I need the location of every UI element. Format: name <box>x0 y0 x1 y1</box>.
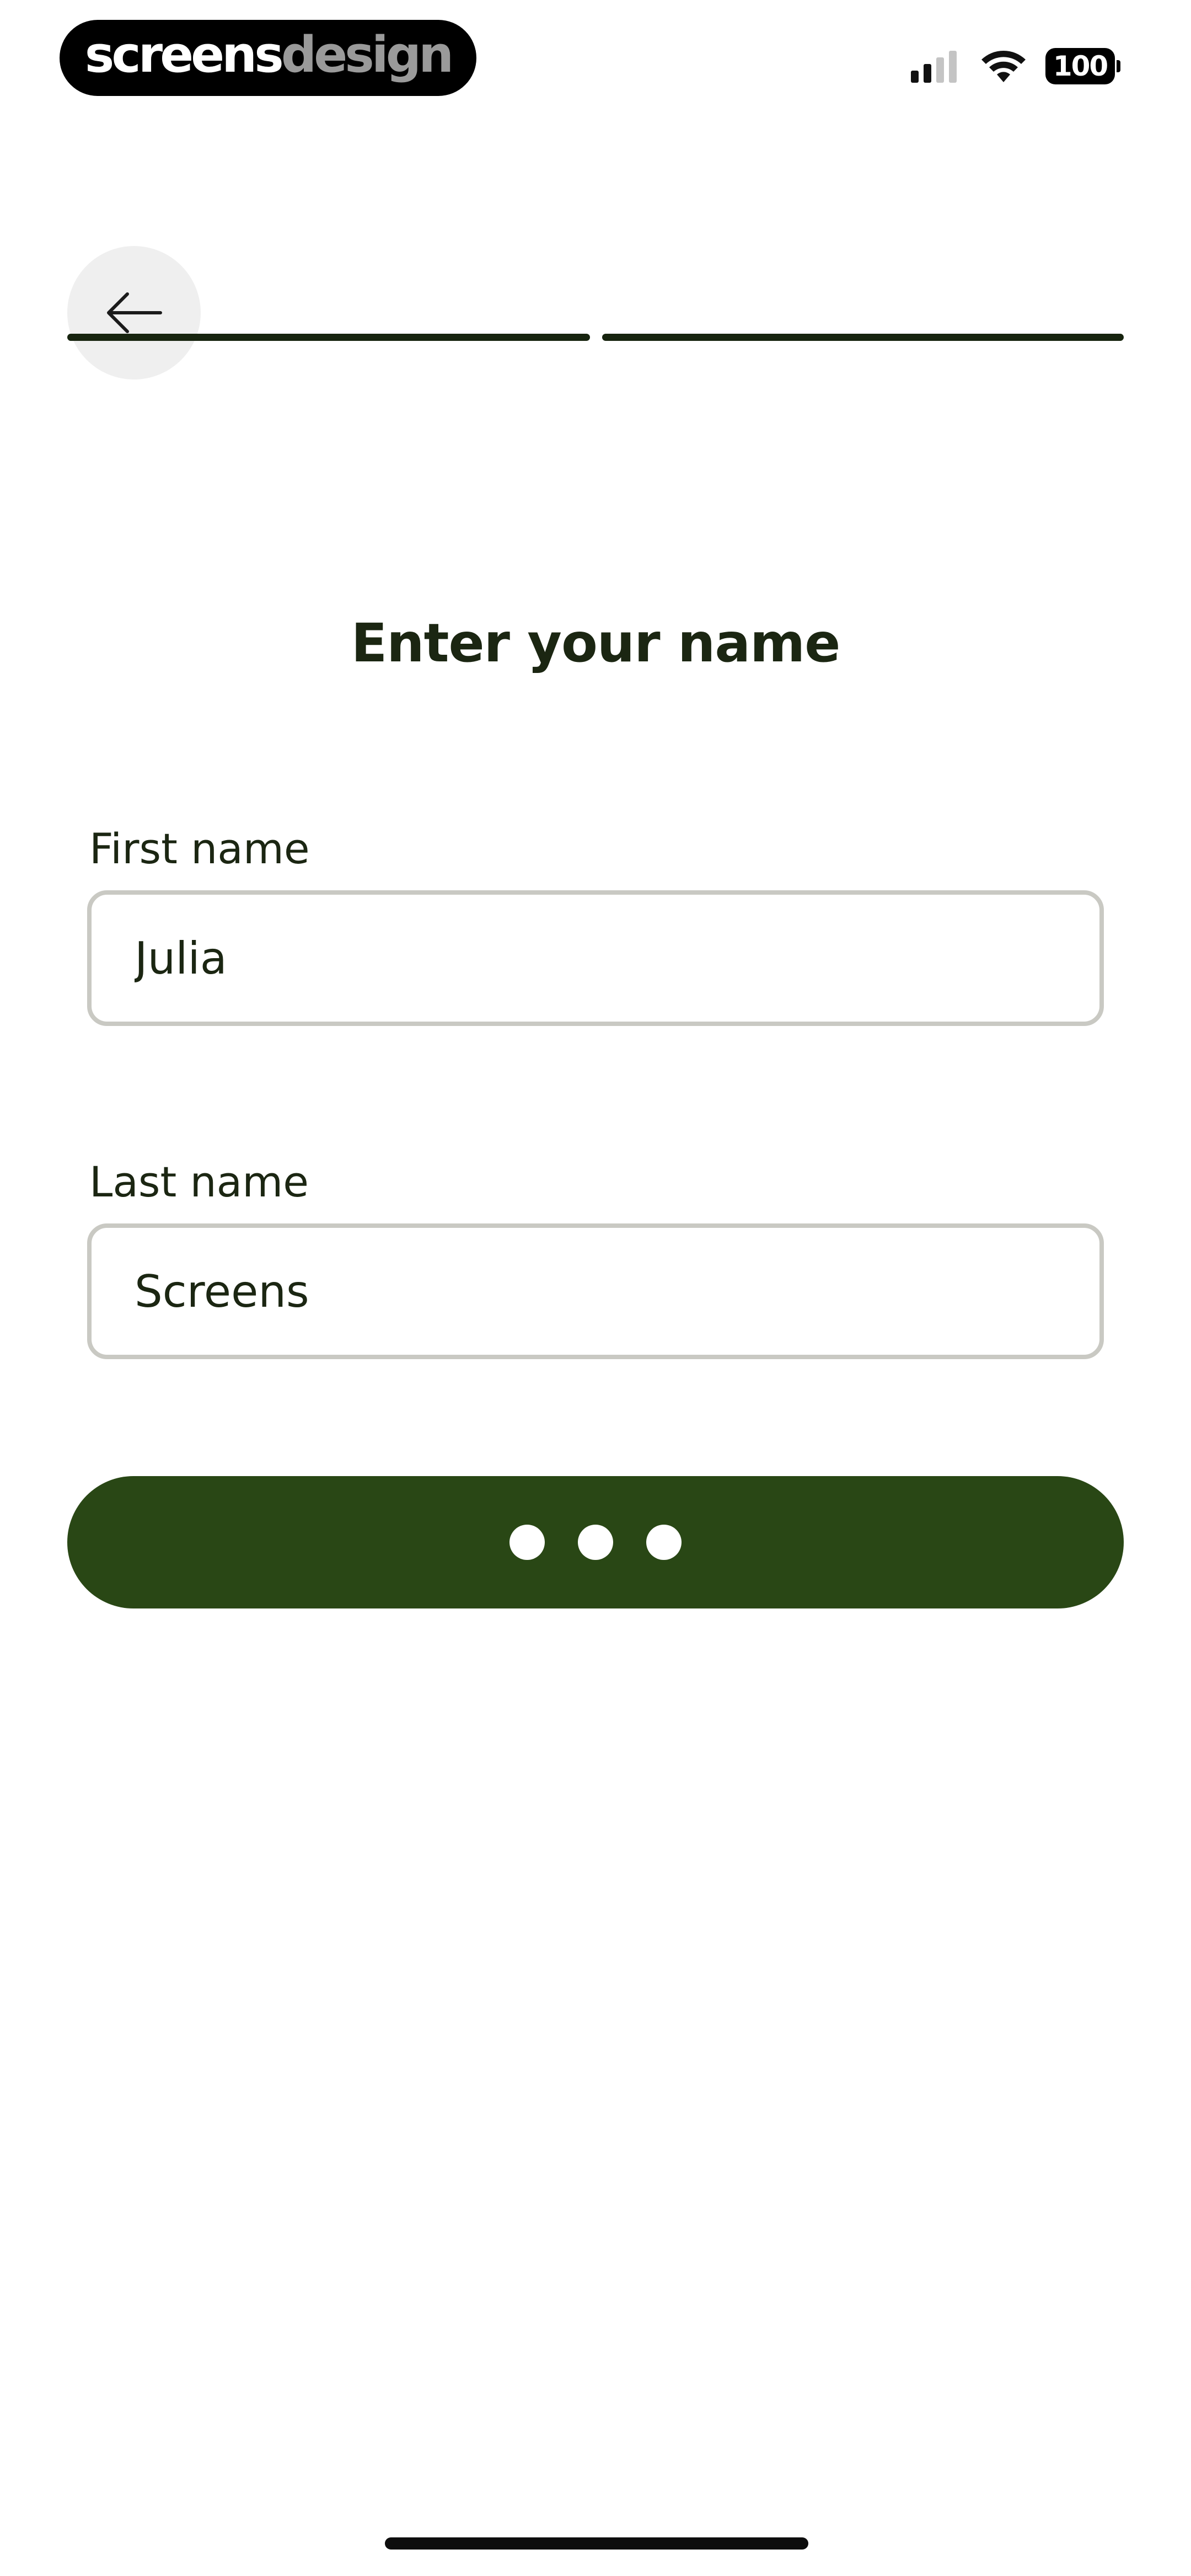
logo-text-secondary: design <box>281 26 454 84</box>
wifi-icon <box>981 51 1026 82</box>
continue-button[interactable] <box>67 1476 1124 1608</box>
home-indicator[interactable] <box>385 2537 808 2550</box>
loading-dot-icon <box>509 1525 545 1560</box>
screensdesign-logo: screens design <box>60 20 476 96</box>
loading-dot-icon <box>578 1525 613 1560</box>
back-button[interactable] <box>67 246 201 380</box>
loading-dot-icon <box>646 1525 682 1560</box>
battery-icon: 100 <box>1045 48 1120 84</box>
progress-segment-2 <box>602 334 1124 341</box>
cellular-signal-icon <box>911 50 962 83</box>
first-name-field[interactable] <box>87 890 1104 1026</box>
battery-level: 100 <box>1053 50 1108 82</box>
last-name-field[interactable] <box>87 1223 1104 1359</box>
logo-text-primary: screens <box>84 26 284 84</box>
first-name-label: First name <box>89 824 310 873</box>
progress-segment-1 <box>67 334 590 341</box>
last-name-label: Last name <box>89 1157 309 1206</box>
page-title: Enter your name <box>351 612 841 674</box>
arrow-left-icon <box>107 292 162 333</box>
status-icons: 100 <box>911 46 1120 86</box>
